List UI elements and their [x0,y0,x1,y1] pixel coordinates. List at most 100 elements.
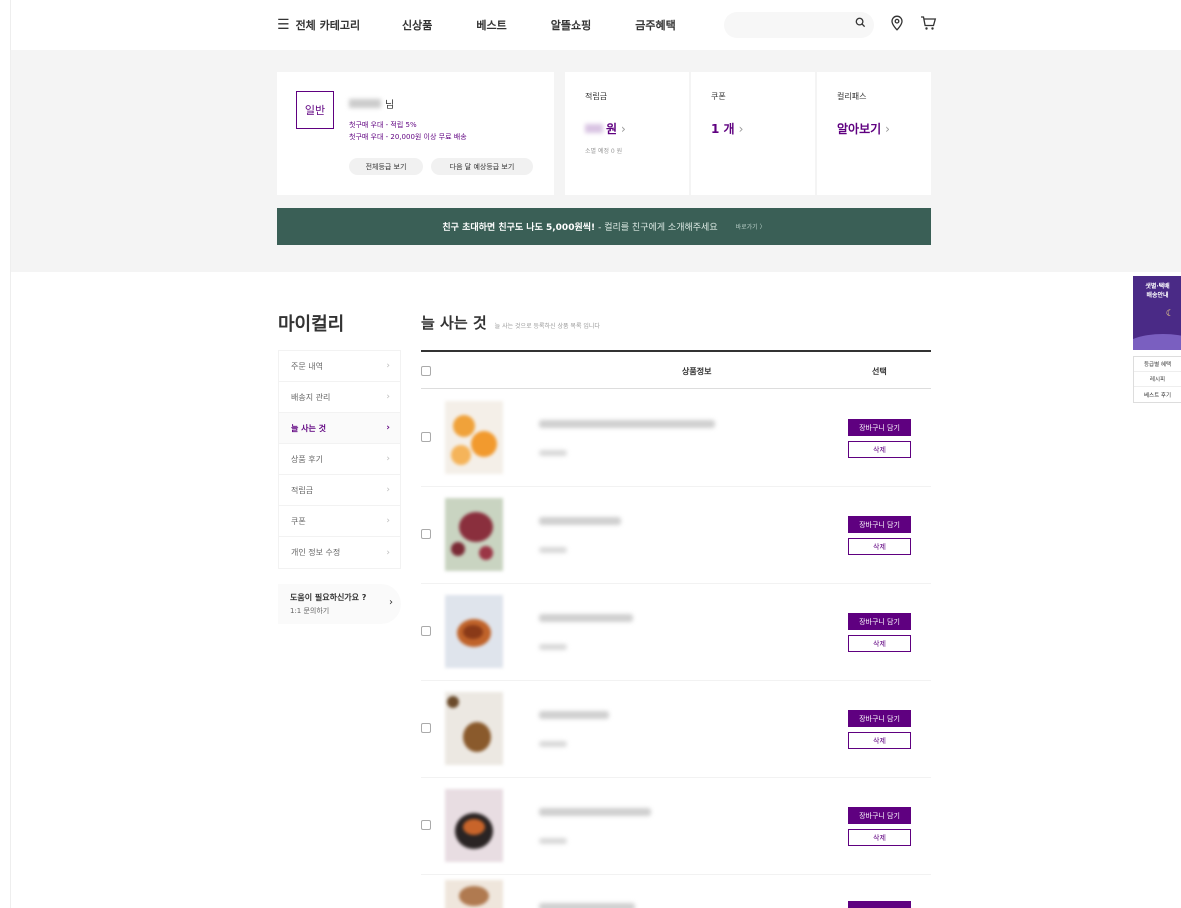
sidebar-item-orders[interactable]: 주문 내역 › [279,351,400,382]
chevron-right-icon: › [386,423,390,433]
table-row [421,875,931,908]
product-name[interactable] [539,808,651,816]
benefit-points: 첫구매 우대 - 적립 5% [349,121,417,129]
grade-badge: 일반 [296,91,334,129]
all-grades-button[interactable]: 전체등급 보기 [349,158,423,175]
kurlypass-value: 알아보기 › [837,121,890,137]
product-thumbnail[interactable] [445,692,503,765]
cart-icon[interactable] [920,15,937,35]
next-grade-button[interactable]: 다음 달 예상등급 보기 [431,158,533,175]
section-title: 늘 사는 것 늘 사는 것으로 등록하신 상품 목록 입니다 [421,314,600,332]
benefit-shipping: 첫구매 우대 - 20,000원 이상 무료 배송 [349,133,467,141]
help-box[interactable]: 도움이 필요하신가요 ? 1:1 문의하기 › [278,584,401,624]
floating-menu: 등급별 혜택 레시피 베스트 후기 [1133,356,1181,403]
banner-link[interactable]: 바로가기 〉 [736,222,766,231]
delivery-info-ad[interactable]: 샛별·택배 배송안내 ☾ [1133,276,1181,350]
delete-button[interactable]: 삭제 [848,635,911,652]
chevron-right-icon: › [386,361,390,371]
section-subtitle: 늘 사는 것으로 등록하신 상품 목록 입니다 [494,323,600,330]
menu-weekly[interactable]: 금주혜택 [635,17,675,33]
add-to-cart-button[interactable]: 장바구니 담기 [848,807,911,824]
add-to-cart-button[interactable]: 장바구니 담기 [848,419,911,436]
location-pin-icon[interactable] [890,15,904,35]
help-title: 도움이 필요하신가요 ? [290,593,367,602]
points-expire: 소멸 예정 0 원 [585,148,623,155]
search-icon[interactable] [855,17,866,31]
add-to-cart-button[interactable] [848,901,911,908]
product-name[interactable] [539,420,715,428]
delete-button[interactable]: 삭제 [848,538,911,555]
coupon-card[interactable]: 쿠폰 1 개 › [691,72,815,195]
moon-icon: ☾ [1165,309,1174,319]
table-header: 상품정보 선택 [421,350,931,389]
coupon-label: 쿠폰 [711,92,726,101]
profile-card: 일반 님 첫구매 우대 - 적립 5% 첫구매 우대 - 20,000원 이상 … [277,72,554,195]
global-nav: ☰ 전체 카테고리 신상품 베스트 알뜰쇼핑 금주혜택 [11,0,1181,50]
row-checkbox[interactable] [421,820,431,830]
chevron-right-icon: › [386,454,390,464]
sidebar-item-reviews[interactable]: 상품 후기 › [279,444,400,475]
float-menu-recipes[interactable]: 레시피 [1134,372,1181,387]
chevron-right-icon: › [885,121,890,136]
banner-headline: 친구 초대하면 친구도 나도 5,000원씩! [442,223,596,233]
product-price [539,450,567,456]
table-row: 장바구니 담기 삭제 [421,584,931,681]
product-thumbnail[interactable] [445,498,503,571]
chevron-right-icon: › [386,392,390,402]
select-all-checkbox[interactable] [421,366,431,376]
mypage-sidebar: 주문 내역 › 배송지 관리 › 늘 사는 것 › 상품 후기 › 적립금 › 쿠폰 › 개… [278,350,401,569]
table-row: 장바구니 담기 삭제 [421,390,931,487]
sidebar-item-addresses[interactable]: 배송지 관리 › [279,382,400,413]
delete-button[interactable]: 삭제 [848,732,911,749]
delete-button[interactable]: 삭제 [848,441,911,458]
product-name[interactable] [539,614,633,622]
menu-best[interactable]: 베스트 [476,17,506,33]
sidebar-item-profile[interactable]: 개인 정보 수정 › [279,537,400,568]
search-input[interactable] [724,12,874,38]
col-product-info: 상품정보 [682,367,712,376]
product-name[interactable] [539,517,621,525]
row-checkbox[interactable] [421,432,431,442]
chevron-right-icon: › [738,121,744,136]
chevron-right-icon: › [386,516,390,526]
points-card[interactable]: 적립금 원 › 소멸 예정 0 원 [565,72,689,195]
float-menu-grade-benefits[interactable]: 등급별 혜택 [1134,357,1181,372]
delete-button[interactable]: 삭제 [848,829,911,846]
product-thumbnail[interactable] [445,595,503,668]
sidebar-item-points[interactable]: 적립금 › [279,475,400,506]
product-name[interactable] [539,903,635,908]
add-to-cart-button[interactable]: 장바구니 담기 [848,516,911,533]
sidebar-item-frequent[interactable]: 늘 사는 것 › [279,413,400,444]
product-price [539,741,567,747]
float-menu-best-reviews[interactable]: 베스트 후기 [1134,387,1181,402]
kurlypass-card[interactable]: 컬리패스 알아보기 › [817,72,931,195]
row-checkbox[interactable] [421,529,431,539]
row-checkbox[interactable] [421,723,431,733]
row-checkbox[interactable] [421,626,431,636]
product-name[interactable] [539,711,609,719]
points-value: 원 › [585,120,626,137]
product-thumbnail[interactable] [445,401,503,474]
invite-banner[interactable]: 친구 초대하면 친구도 나도 5,000원씩! - 컬리를 친구에게 소개해주세… [277,208,931,245]
blurred-name [349,99,381,108]
help-sub: 1:1 문의하기 [290,607,330,615]
category-menu[interactable]: ☰ 전체 카테고리 [277,17,402,33]
add-to-cart-button[interactable]: 장바구니 담기 [848,613,911,630]
table-row: 장바구니 담기 삭제 [421,487,931,584]
col-select: 선택 [872,367,887,376]
page-title: 마이컬리 [278,314,345,335]
product-price [539,644,567,650]
product-thumbnail[interactable] [445,880,503,908]
chevron-right-icon: › [621,121,626,136]
menu-new[interactable]: 신상품 [402,17,432,33]
category-label: 전체 카테고리 [295,19,361,32]
menu-saving[interactable]: 알뜰쇼핑 [551,17,591,33]
sidebar-item-coupons[interactable]: 쿠폰 › [279,506,400,537]
chevron-right-icon: › [386,485,390,495]
add-to-cart-button[interactable]: 장바구니 담기 [848,710,911,727]
product-thumbnail[interactable] [445,789,503,862]
chevron-right-icon: › [389,597,393,608]
hamburger-icon: ☰ [277,17,290,33]
table-row: 장바구니 담기 삭제 [421,778,931,875]
banner-text: - 컬리를 친구에게 소개해주세요 [598,223,718,233]
